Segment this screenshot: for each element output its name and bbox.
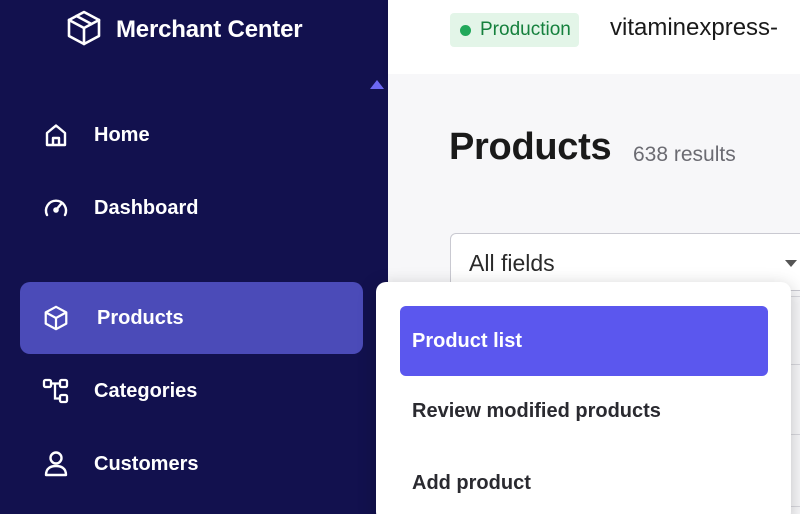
- sidebar-item-label: Products: [97, 306, 184, 329]
- sidebar-item-label: Categories: [94, 379, 198, 402]
- sidebar-item-home[interactable]: Home: [20, 99, 363, 171]
- products-submenu: Product list Review modified products Ad…: [376, 282, 791, 514]
- brand[interactable]: Merchant Center: [66, 9, 303, 52]
- collapse-caret-icon[interactable]: [370, 80, 384, 89]
- submenu-item-product-list[interactable]: Product list: [400, 306, 768, 376]
- chevron-down-icon: [785, 260, 797, 267]
- hierarchy-icon: [42, 377, 70, 405]
- submenu-item-add-product[interactable]: Add product: [400, 448, 768, 514]
- topbar: Production vitaminexpress-: [388, 0, 800, 74]
- sidebar-item-dashboard[interactable]: Dashboard: [20, 172, 363, 244]
- results-count: 638 results: [633, 143, 736, 166]
- sidebar-item-customers[interactable]: Customers: [20, 428, 363, 500]
- sidebar-item-label: Customers: [94, 452, 199, 475]
- logo-cube-icon: [66, 9, 102, 52]
- sidebar-item-categories[interactable]: Categories: [20, 355, 363, 427]
- sidebar-item-label: Home: [94, 123, 150, 146]
- environment-label: Production: [480, 19, 571, 40]
- cube-icon: [42, 304, 70, 332]
- sidebar-item-products[interactable]: Products: [20, 282, 363, 354]
- environment-badge: Production: [450, 13, 579, 47]
- speedometer-icon: [42, 194, 70, 222]
- submenu-item-review-modified-products[interactable]: Review modified products: [400, 376, 768, 446]
- search-field-value: All fields: [469, 250, 555, 276]
- sidebar: Merchant Center Home Dashboard Products …: [0, 0, 388, 514]
- home-icon: [42, 121, 70, 149]
- status-dot-icon: [460, 24, 471, 36]
- page-title: Products: [449, 126, 612, 168]
- project-switcher[interactable]: vitaminexpress-: [610, 14, 778, 42]
- user-icon: [42, 450, 70, 478]
- app-title: Merchant Center: [116, 16, 303, 43]
- sidebar-item-label: Dashboard: [94, 196, 199, 219]
